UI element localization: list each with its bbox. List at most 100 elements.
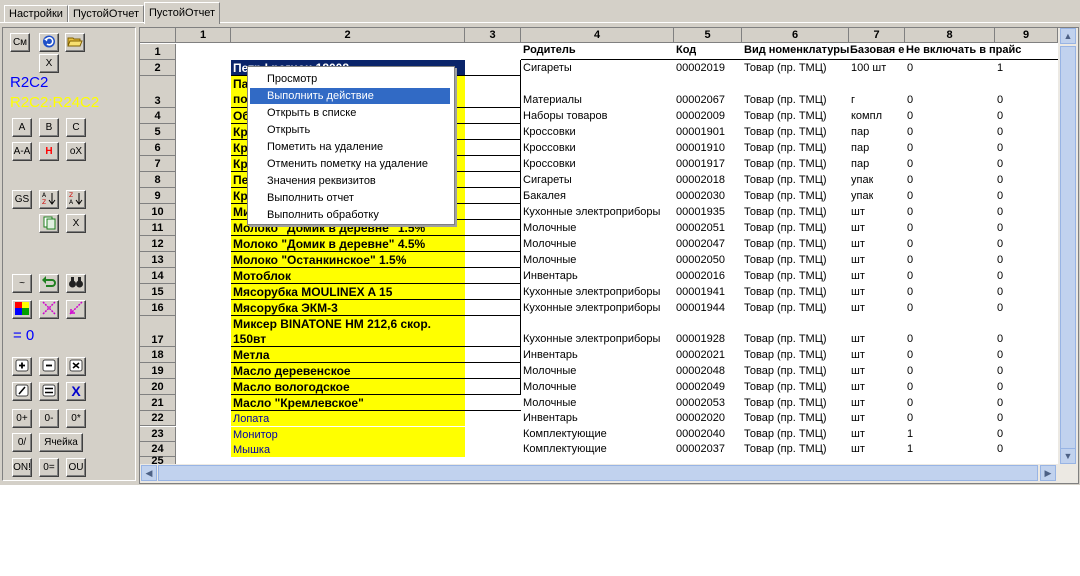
parent-cell[interactable]: Молочные xyxy=(523,238,576,251)
code-cell[interactable]: 00002048 xyxy=(676,365,725,378)
tilde-button[interactable]: ~ xyxy=(12,274,32,293)
unit-cell[interactable]: г xyxy=(851,94,855,107)
row-header[interactable]: 6 xyxy=(140,140,176,156)
col-header-4[interactable]: 4 xyxy=(521,28,674,43)
unit-cell[interactable]: шт xyxy=(851,381,865,394)
row-header[interactable]: 7 xyxy=(140,156,176,172)
row-header[interactable]: 3 xyxy=(140,76,176,108)
col9-cell[interactable]: 0 xyxy=(997,270,1003,283)
tab-settings[interactable]: Настройки xyxy=(4,5,68,23)
col-header-8[interactable]: 8 xyxy=(905,28,995,43)
parent-cell[interactable]: Бакалея xyxy=(523,190,566,203)
row-header[interactable]: 22 xyxy=(140,411,176,426)
close-button[interactable]: X xyxy=(39,54,59,73)
kind-cell[interactable]: Товар (пр. ТМЦ) xyxy=(744,190,827,203)
item-name[interactable]: Кр xyxy=(233,125,248,140)
col9-cell[interactable]: 0 xyxy=(997,206,1003,219)
parent-cell[interactable]: Молочные xyxy=(523,397,576,410)
item-name[interactable]: Миксер BINATONE HM 212,6 скор. xyxy=(233,317,431,332)
kind-cell[interactable]: Товар (пр. ТМЦ) xyxy=(744,381,827,394)
parent-cell[interactable]: Кроссовки xyxy=(523,142,576,155)
kind-cell[interactable]: Товар (пр. ТМЦ) xyxy=(744,238,827,251)
col8-cell[interactable]: 0 xyxy=(907,158,913,171)
on-button[interactable]: ON! xyxy=(12,458,32,477)
kind-cell[interactable]: Товар (пр. ТМЦ) xyxy=(744,270,827,283)
parent-cell[interactable]: Инвентарь xyxy=(523,270,578,283)
aa-button[interactable]: A-A xyxy=(12,142,32,161)
parent-cell[interactable]: Кухонные электроприборы xyxy=(523,206,660,219)
kind-cell[interactable]: Товар (пр. ТМЦ) xyxy=(744,206,827,219)
unit-cell[interactable]: 100 шт xyxy=(851,62,886,75)
col8-cell[interactable]: 0 xyxy=(907,206,913,219)
col9-cell[interactable]: 0 xyxy=(997,381,1003,394)
vertical-scroll-thumb[interactable] xyxy=(1060,46,1076,451)
row-header[interactable]: 2 xyxy=(140,60,176,76)
code-cell[interactable]: 00002009 xyxy=(676,110,725,123)
col8-cell[interactable]: 0 xyxy=(907,270,913,283)
menu-item[interactable]: Открыть в списке xyxy=(250,105,450,121)
col8-cell[interactable]: 0 xyxy=(907,126,913,139)
parent-cell[interactable]: Кроссовки xyxy=(523,158,576,171)
open-button[interactable] xyxy=(65,33,85,52)
col8-cell[interactable]: 0 xyxy=(907,365,913,378)
horizontal-scroll-thumb[interactable] xyxy=(158,465,1038,481)
code-cell[interactable]: 00002050 xyxy=(676,254,725,267)
kind-cell[interactable]: Товар (пр. ТМЦ) xyxy=(744,302,827,315)
item-name[interactable]: Монитор xyxy=(233,429,278,441)
code-cell[interactable]: 00002016 xyxy=(676,270,725,283)
col-header-1[interactable]: 1 xyxy=(176,28,231,43)
col-header-3[interactable]: 3 xyxy=(465,28,521,43)
col8-cell[interactable]: 0 xyxy=(907,238,913,251)
kind-cell[interactable]: Товар (пр. ТМЦ) xyxy=(744,443,827,456)
kind-cell[interactable]: Товар (пр. ТМЦ) xyxy=(744,349,827,362)
unit-cell[interactable]: шт xyxy=(851,397,865,410)
code-cell[interactable]: 00001928 xyxy=(676,333,725,346)
cell-button[interactable]: Ячейка xyxy=(39,433,83,452)
zero-star-button[interactable]: 0* xyxy=(66,409,86,428)
unit-cell[interactable]: шт xyxy=(851,222,865,235)
col9-cell[interactable]: 0 xyxy=(997,428,1003,441)
col-header-2[interactable]: 2 xyxy=(231,28,465,43)
scroll-left-button[interactable]: ◀ xyxy=(141,465,157,481)
unit-cell[interactable]: шт xyxy=(851,270,865,283)
col8-cell[interactable]: 0 xyxy=(907,94,913,107)
tab-empty-report-1[interactable]: ПустойОтчет xyxy=(67,5,145,23)
code-cell[interactable]: 00002047 xyxy=(676,238,725,251)
parent-cell[interactable]: Комплектующие xyxy=(523,443,607,456)
col9-cell[interactable]: 0 xyxy=(997,254,1003,267)
menu-item[interactable]: Выполнить действие xyxy=(250,88,450,104)
find-button[interactable] xyxy=(66,274,86,293)
refresh-button[interactable] xyxy=(39,33,59,52)
cross-button[interactable] xyxy=(39,300,59,319)
scroll-down-button[interactable]: ▼ xyxy=(1060,448,1076,464)
code-cell[interactable]: 00002053 xyxy=(676,397,725,410)
col9-cell[interactable]: 1 xyxy=(997,62,1003,75)
multiply-button[interactable] xyxy=(66,357,86,376)
col9-cell[interactable]: 0 xyxy=(997,110,1003,123)
menu-item[interactable]: Пометить на удаление xyxy=(250,139,450,155)
kind-cell[interactable]: Товар (пр. ТМЦ) xyxy=(744,333,827,346)
sort-desc-button[interactable]: ZA xyxy=(66,190,86,209)
code-cell[interactable]: 00001917 xyxy=(676,158,725,171)
color-button[interactable] xyxy=(12,300,32,319)
c-button[interactable]: C xyxy=(66,118,86,137)
unit-cell[interactable]: шт xyxy=(851,286,865,299)
col9-cell[interactable]: 0 xyxy=(997,174,1003,187)
copy-button[interactable] xyxy=(39,214,59,233)
col9-cell[interactable]: 0 xyxy=(997,412,1003,425)
ou-button[interactable]: OU xyxy=(66,458,86,477)
col8-cell[interactable]: 1 xyxy=(907,428,913,441)
item-name[interactable]: Мясорубка MOULINEX A 15 xyxy=(233,285,392,300)
col9-cell[interactable]: 0 xyxy=(997,286,1003,299)
zero-slash-button[interactable]: 0/ xyxy=(12,433,32,452)
row-header[interactable]: 17 xyxy=(140,316,176,347)
menu-item[interactable]: Выполнить отчет xyxy=(250,190,450,206)
row-header[interactable]: 5 xyxy=(140,124,176,140)
unit-cell[interactable]: шт xyxy=(851,333,865,346)
col-header-5[interactable]: 5 xyxy=(674,28,742,43)
col9-cell[interactable]: 0 xyxy=(997,333,1003,346)
row-header[interactable]: 8 xyxy=(140,172,176,188)
col8-cell[interactable]: 1 xyxy=(907,443,913,456)
col9-cell[interactable]: 0 xyxy=(997,94,1003,107)
kind-cell[interactable]: Товар (пр. ТМЦ) xyxy=(744,365,827,378)
